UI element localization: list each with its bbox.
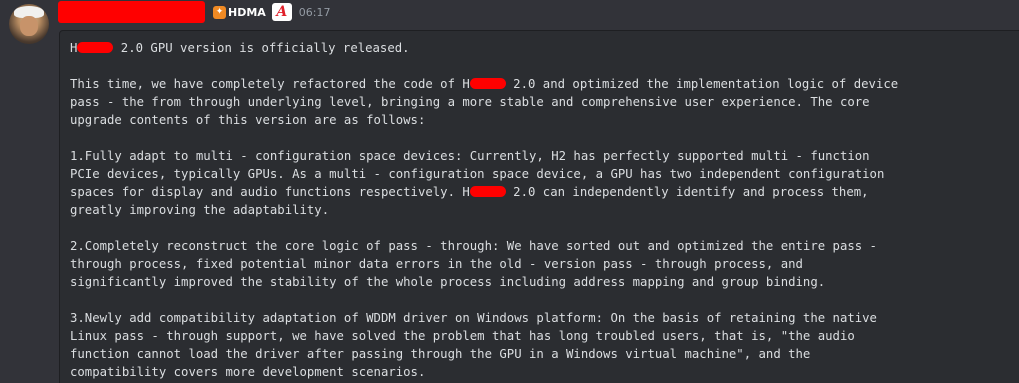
logo-a-icon[interactable]: A <box>271 3 292 21</box>
role-badge[interactable]: ✦ HDMA <box>213 5 266 19</box>
item-1-line: spaces for display and audio functions r… <box>70 183 1019 201</box>
intro-line: pass - the from through underlying level… <box>70 95 870 109</box>
item-1-line: PCIe devices, typically GPUs. As a multi… <box>70 167 885 181</box>
item-1-line: 1.Fully adapt to multi - configuration s… <box>70 149 870 163</box>
title-suffix: 2.0 GPU version is officially released. <box>113 41 410 55</box>
user-avatar[interactable] <box>9 4 49 44</box>
code-block: H 2.0 GPU version is officially released… <box>59 30 1019 383</box>
intro-text: 2.0 and optimized the implementation log… <box>505 77 899 91</box>
message-timestamp[interactable]: 06:17 <box>299 6 331 19</box>
title-prefix: H <box>70 41 78 55</box>
item-1-text: 2.0 can independently identify and proce… <box>505 185 869 199</box>
item-1-line: greatly improving the adaptability. <box>70 203 330 217</box>
badge-label: HDMA <box>228 5 266 19</box>
intro-text: This time, we have completely refactored… <box>70 77 470 91</box>
redacted-product-name <box>469 78 506 89</box>
item-3-line: compatibility covers more development sc… <box>70 365 426 379</box>
message-header: ✦ HDMA A 06:17 <box>58 1 331 23</box>
item-3-line: 3.Newly add compatibility adaptation of … <box>70 311 877 325</box>
item-3-line: Linux pass - through support, we have so… <box>70 329 855 343</box>
item-1-text: spaces for display and audio functions r… <box>70 185 470 199</box>
intro-line: This time, we have completely refactored… <box>70 75 1019 93</box>
item-2-line: significantly improved the stability of … <box>70 275 826 289</box>
avatar-face <box>20 16 38 36</box>
item-2-line: through process, fixed potential minor d… <box>70 257 803 271</box>
redacted-username[interactable] <box>58 1 205 23</box>
hdma-icon: ✦ <box>213 5 226 19</box>
redacted-product-name <box>469 186 506 197</box>
title-line: H 2.0 GPU version is officially released… <box>70 39 1019 57</box>
item-3-line: function cannot load the driver after pa… <box>70 347 811 361</box>
redacted-product-name <box>77 42 114 53</box>
item-2-line: 2.Completely reconstruct the core logic … <box>70 239 877 253</box>
intro-line: upgrade contents of this version are as … <box>70 113 426 127</box>
